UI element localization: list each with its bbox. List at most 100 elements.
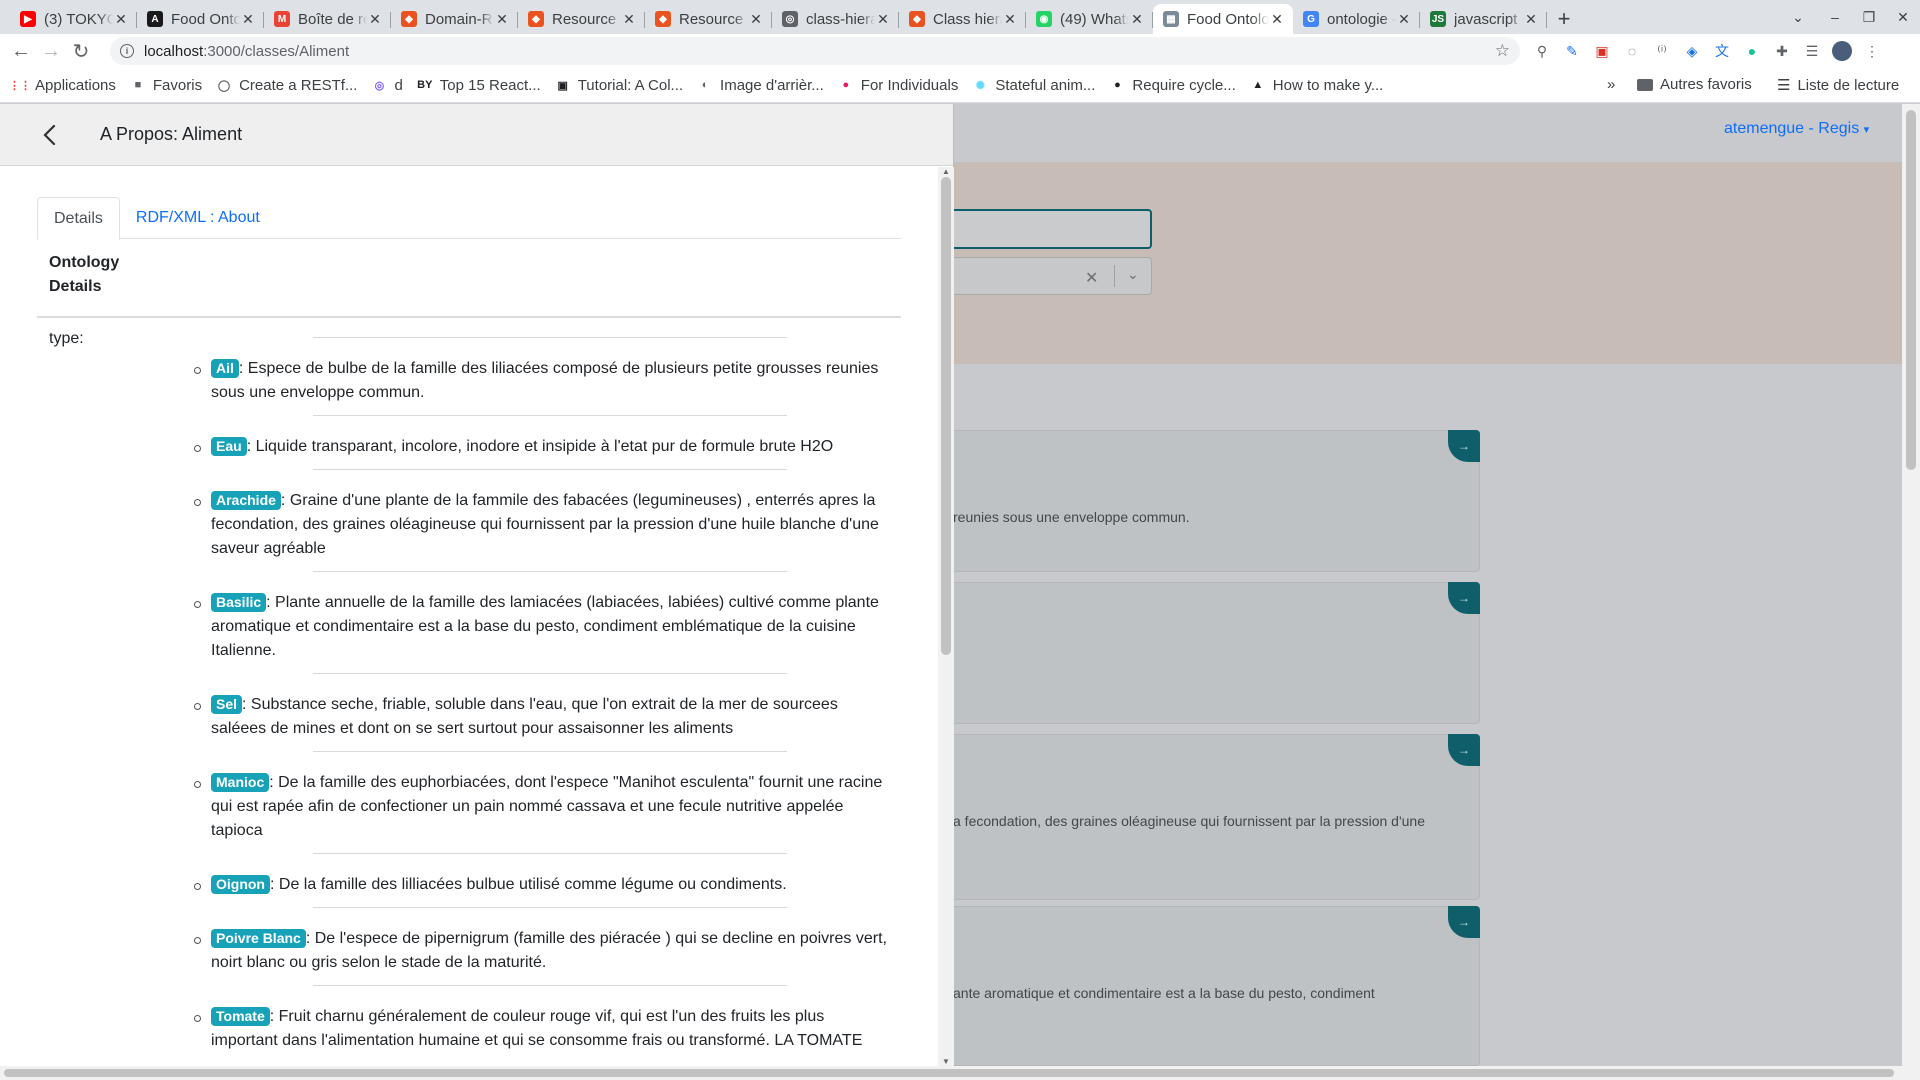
translate-icon[interactable]: 文 (1710, 39, 1734, 63)
browser-tab[interactable]: ◆ Resource | Ontology✕ (645, 4, 772, 34)
profile-avatar[interactable] (1830, 39, 1854, 63)
scroll-up-icon[interactable]: ▲ (942, 167, 950, 176)
bookmarks-overflow[interactable]: » (1607, 76, 1615, 93)
js-icon: JS (1430, 11, 1446, 27)
tab-close-icon[interactable]: ✕ (1129, 11, 1145, 28)
browser-tab[interactable]: Gontologie - Google✕ (1293, 4, 1420, 34)
browser-tab[interactable]: ▶ (3) TOKYO ✕ (10, 4, 137, 34)
bookmark-item[interactable]: ● Require cycle... (1109, 77, 1236, 94)
tab-close-icon[interactable]: ✕ (494, 11, 510, 28)
type-badge[interactable]: Manioc (211, 773, 270, 792)
tab-close-icon[interactable]: ✕ (621, 11, 637, 28)
extension-icon[interactable]: ◌ (1620, 39, 1644, 63)
bookmark-item[interactable]: ● For Individuals (838, 77, 958, 94)
reading-list[interactable]: ☰ Liste de lecture (1777, 76, 1899, 95)
tab-close-icon[interactable]: ✕ (875, 11, 891, 28)
browser-tab[interactable]: ◆ Resource | Ontology✕ (518, 4, 645, 34)
user-menu[interactable]: atemengue - Regis ▾ (1724, 120, 1869, 138)
tab-details[interactable]: Details (37, 197, 120, 240)
clear-icon[interactable]: ✕ (1085, 268, 1098, 288)
browser-tab[interactable]: A Food Ontology✕ (137, 4, 264, 34)
class-card[interactable]: → a fecondation, des graines oléagineuse… (900, 734, 1480, 900)
type-badge[interactable]: Sel (211, 695, 243, 714)
tab-search-icon[interactable]: ⌄ (1785, 4, 1811, 30)
bookmark-item[interactable]: BY Top 15 React... (417, 77, 541, 94)
extension-icon[interactable]: ✎ (1560, 39, 1584, 63)
browser-tab[interactable]: JS javascript - Stack✕ (1420, 4, 1547, 34)
tab-close-icon[interactable]: ✕ (113, 11, 129, 28)
type-entry: Manioc: De la famille des euphorbiacées,… (211, 771, 891, 843)
extension-icon[interactable]: ◈ (1680, 39, 1704, 63)
back-arrow-icon[interactable]: ← (6, 36, 36, 66)
type-badge[interactable]: Ail (211, 359, 239, 378)
tab-close-icon[interactable]: ✕ (367, 11, 383, 28)
site-info-icon[interactable]: i (120, 44, 134, 58)
bookmark-item[interactable]: ⋮⋮ Applications (9, 77, 116, 94)
address-bar[interactable]: i localhost:3000/classes/Aliment ☆ (110, 37, 1520, 65)
search-icon[interactable]: ⚲ (1530, 39, 1554, 63)
browser-tab[interactable]: M Boîte de réception✕ (264, 4, 391, 34)
reading-list-icon[interactable]: ☰ (1800, 39, 1824, 63)
bookmark-item[interactable]: ✺ Stateful anim... (972, 77, 1096, 94)
browser-tab[interactable]: ◎ class-hierarchy✕ (772, 4, 899, 34)
browser-tab[interactable]: ◆ Class hierarchy✕ (899, 4, 1026, 34)
browser-tab[interactable]: ◉ (49) WhatsApp✕ (1026, 4, 1153, 34)
bookmark-star-icon[interactable]: ☆ (1495, 41, 1510, 61)
chevron-left-icon (43, 124, 56, 146)
browser-tab[interactable]: ◆ Domain-Range✕ (391, 4, 518, 34)
type-badge[interactable]: Tomate (211, 1007, 270, 1026)
reload-icon[interactable]: ↻ (66, 36, 96, 66)
bullet-icon (194, 703, 201, 710)
type-badge[interactable]: Poivre Blanc (211, 929, 306, 948)
arrow-right-icon[interactable]: → (1448, 430, 1480, 462)
new-tab-icon[interactable]: + (1547, 4, 1581, 34)
type-badge[interactable]: Arachide (211, 491, 281, 510)
arrow-right-icon[interactable]: → (1448, 582, 1480, 614)
url-host: localhost (144, 42, 204, 60)
type-badge[interactable]: Eau (211, 437, 247, 456)
bookmark-item[interactable]: ▲ How to make y... (1250, 77, 1383, 94)
bookmark-item[interactable]: ◯ Create a RESTf... (216, 77, 358, 94)
arrow-right-icon[interactable]: → (1448, 734, 1480, 766)
browser-tab[interactable]: ▦ Food Ontology✕ (1153, 4, 1293, 34)
window-close-icon[interactable]: ✕ (1890, 4, 1916, 30)
class-card[interactable]: → ante aromatique et condimentaire est a… (900, 906, 1480, 1066)
extension-icon[interactable]: ▣ (1590, 39, 1614, 63)
bookmark-item[interactable]: ▣ Tutorial: A Col... (555, 77, 684, 94)
other-bookmarks[interactable]: Autres favoris (1637, 76, 1752, 93)
page-scrollbar-vertical[interactable] (1902, 104, 1920, 1066)
tab-close-icon[interactable]: ✕ (748, 11, 764, 28)
class-card[interactable]: → (900, 582, 1480, 724)
menu-kebab-icon[interactable]: ⋮ (1860, 39, 1884, 63)
puzzle-icon[interactable]: ✚ (1770, 39, 1794, 63)
tab-close-icon[interactable]: ✕ (1269, 11, 1285, 28)
tab-title: Food Ontology (171, 10, 240, 28)
tab-close-icon[interactable]: ✕ (1396, 11, 1412, 28)
tab-rdf-xml-about[interactable]: RDF/XML : About (120, 197, 276, 239)
minimize-icon[interactable]: – (1822, 4, 1848, 30)
page-scrollbar-horizontal[interactable] (0, 1066, 1920, 1080)
scrollbar-thumb[interactable] (941, 177, 951, 655)
extension-icon[interactable]: ⁽ⁱ⁾ (1650, 39, 1674, 63)
forward-arrow-icon[interactable]: → (36, 36, 66, 66)
restore-icon[interactable]: ❐ (1856, 4, 1882, 30)
type-badge[interactable]: Basilic (211, 593, 267, 612)
back-button[interactable] (34, 120, 64, 150)
bookmarks-bar: ⋮⋮ Applications ■ Favoris ◯ Create a RESTf...… (0, 68, 1920, 103)
arrow-right-icon[interactable]: → (1448, 906, 1480, 938)
scrollbar-thumb[interactable] (4, 1069, 1894, 1077)
scrollbar-thumb[interactable] (1906, 110, 1916, 470)
bookmark-item[interactable]: ◎ d (371, 77, 403, 94)
scroll-down-icon[interactable]: ▼ (942, 1057, 950, 1066)
tab-close-icon[interactable]: ✕ (1002, 11, 1018, 28)
tab-close-icon[interactable]: ✕ (240, 11, 256, 28)
card-description: a fecondation, des graines oléagineuse q… (953, 813, 1425, 829)
grammarly-icon[interactable]: ● (1740, 39, 1764, 63)
chevron-down-icon[interactable]: ⌄ (1127, 266, 1139, 283)
tab-close-icon[interactable]: ✕ (1523, 11, 1539, 28)
panel-scrollbar[interactable]: ▲ ▼ (938, 167, 954, 1066)
bookmark-item[interactable]: ■ Favoris (130, 77, 203, 94)
type-badge[interactable]: Oignon (211, 875, 270, 894)
bookmark-item[interactable]: ◐ Image d'arrièr... (697, 77, 824, 94)
class-card[interactable]: → reunies sous une enveloppe commun. (900, 430, 1480, 572)
